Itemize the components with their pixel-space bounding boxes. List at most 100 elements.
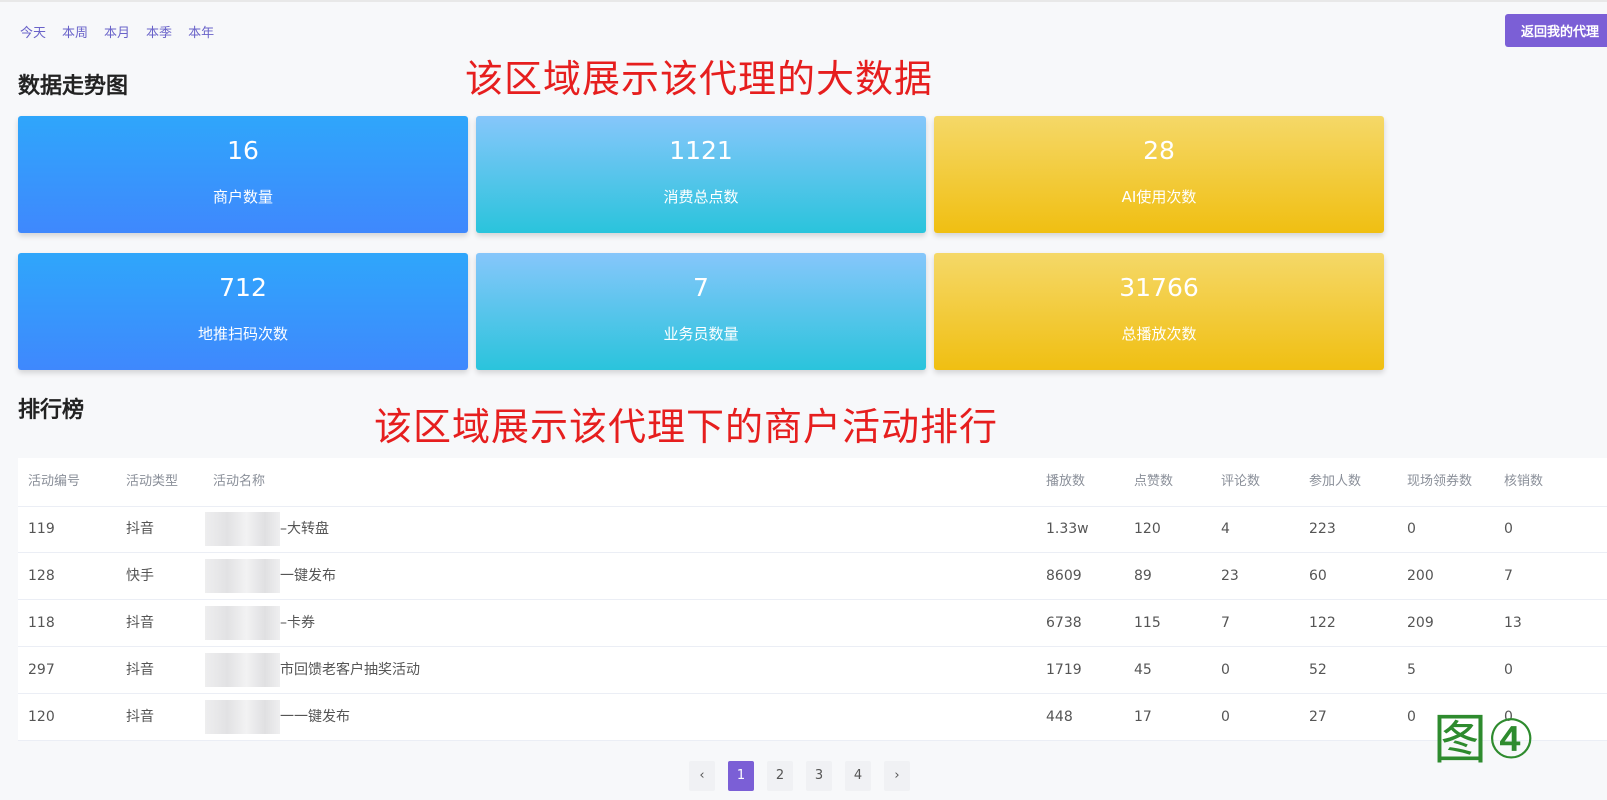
filter-week[interactable]: 本周 [62, 22, 88, 41]
stat-card-consumed-points: 1121 消费总点数 [476, 116, 926, 233]
cell-activity-type: 快手 [126, 568, 154, 584]
table-row[interactable]: 297 抖音 市回馈老客户抽奖活动 1719 45 0 52 5 0 [18, 647, 1607, 694]
cell-comments: 23 [1221, 568, 1239, 584]
stat-label: AI使用次数 [1121, 188, 1197, 206]
cell-plays: 1.33w [1046, 521, 1089, 537]
table-row[interactable]: 128 快手 一键发布 8609 89 23 60 200 7 [18, 553, 1607, 600]
cell-activity-name: 一一键发布 [280, 709, 350, 725]
annotation-activity-ranking: 该区域展示该代理下的商户活动排行 [374, 405, 999, 449]
header-activity-type: 活动类型 [126, 474, 179, 489]
pagination-page-1[interactable]: 1 [728, 761, 754, 791]
cell-activity-type: 抖音 [126, 709, 154, 725]
stat-card-ai-usage: 28 AI使用次数 [934, 116, 1384, 233]
table-row[interactable]: 119 抖音 –大转盘 1.33w 120 4 223 0 0 [18, 506, 1607, 553]
header-likes: 点赞数 [1134, 474, 1174, 489]
cell-comments: 0 [1221, 709, 1230, 725]
stat-label: 地推扫码次数 [197, 325, 288, 343]
pagination-next-button[interactable]: › [884, 761, 910, 791]
stat-value: 16 [227, 136, 259, 165]
cell-participants: 52 [1309, 662, 1327, 678]
table-row[interactable]: 118 抖音 –卡券 6738 115 7 122 209 13 [18, 600, 1607, 647]
cell-activity-id: 297 [28, 662, 55, 678]
cell-activity-id: 119 [28, 521, 55, 537]
stat-card-merchant-count: 16 商户数量 [18, 116, 468, 233]
pagination-prev-button[interactable]: ‹ [689, 761, 715, 791]
cell-redeemed: 0 [1504, 521, 1513, 537]
cell-comments: 7 [1221, 615, 1230, 631]
stat-card-salesperson-count: 7 业务员数量 [476, 253, 926, 370]
cell-plays: 448 [1046, 709, 1073, 725]
header-activity-id: 活动编号 [28, 474, 81, 489]
ranking-section-title: 排行榜 [18, 398, 85, 423]
cell-activity-id: 120 [28, 709, 55, 725]
stat-card-total-plays: 31766 总播放次数 [934, 253, 1384, 370]
table-header: 活动编号 活动类型 活动名称 播放数 点赞数 评论数 参加人数 现场领券数 核销… [18, 458, 1607, 507]
header-redeemed: 核销数 [1504, 474, 1544, 489]
cell-plays: 8609 [1046, 568, 1082, 584]
cell-activity-id: 118 [28, 615, 55, 631]
redacted-name-blur [205, 700, 280, 734]
top-divider [0, 0, 1607, 2]
cell-participants: 223 [1309, 521, 1336, 537]
stat-value: 712 [219, 273, 267, 302]
header-activity-name: 活动名称 [213, 474, 266, 489]
figure-label: 图④ [1433, 708, 1536, 771]
filter-year[interactable]: 本年 [188, 22, 214, 41]
cell-likes: 45 [1134, 662, 1152, 678]
ranking-table: 活动编号 活动类型 活动名称 播放数 点赞数 评论数 参加人数 现场领券数 核销… [18, 458, 1607, 741]
cell-coupons-claimed: 209 [1407, 615, 1434, 631]
cell-activity-type: 抖音 [126, 615, 154, 631]
cell-activity-name: –大转盘 [280, 521, 329, 537]
filter-month[interactable]: 本月 [104, 22, 130, 41]
cell-coupons-claimed: 0 [1407, 521, 1416, 537]
header-comments: 评论数 [1221, 474, 1261, 489]
cell-activity-type: 抖音 [126, 662, 154, 678]
redacted-name-blur [205, 653, 280, 687]
cell-redeemed: 13 [1504, 615, 1522, 631]
pagination-page-4[interactable]: 4 [845, 761, 871, 791]
cell-participants: 122 [1309, 615, 1336, 631]
stat-label: 商户数量 [212, 188, 273, 206]
cell-plays: 1719 [1046, 662, 1082, 678]
table-row[interactable]: 120 抖音 一一键发布 448 17 0 27 0 0 [18, 694, 1607, 741]
stat-value: 28 [1143, 136, 1175, 165]
cell-comments: 4 [1221, 521, 1230, 537]
cell-plays: 6738 [1046, 615, 1082, 631]
cell-redeemed: 7 [1504, 568, 1513, 584]
trend-section-title: 数据走势图 [18, 74, 129, 99]
cell-activity-id: 128 [28, 568, 55, 584]
cell-likes: 115 [1134, 615, 1161, 631]
redacted-name-blur [205, 606, 280, 640]
pagination-page-3[interactable]: 3 [806, 761, 832, 791]
stat-label: 业务员数量 [663, 325, 739, 343]
stat-label: 消费总点数 [663, 188, 739, 206]
filter-quarter[interactable]: 本季 [146, 22, 172, 41]
redacted-name-blur [205, 512, 280, 546]
cell-coupons-claimed: 0 [1407, 709, 1416, 725]
stat-value: 1121 [669, 136, 733, 165]
cell-activity-name: 市回馈老客户抽奖活动 [280, 662, 420, 678]
back-to-my-agents-button[interactable]: 返回我的代理 [1505, 14, 1607, 47]
stat-label: 总播放次数 [1121, 325, 1197, 343]
cell-coupons-claimed: 200 [1407, 568, 1434, 584]
pagination-page-2[interactable]: 2 [767, 761, 793, 791]
redacted-name-blur [205, 559, 280, 593]
header-participants: 参加人数 [1309, 474, 1362, 489]
filter-today[interactable]: 今天 [20, 22, 46, 41]
cell-activity-type: 抖音 [126, 521, 154, 537]
cell-comments: 0 [1221, 662, 1230, 678]
cell-activity-name: –卡券 [280, 615, 315, 631]
cell-likes: 89 [1134, 568, 1152, 584]
time-filter-bar: 今天 本周 本月 本季 本年 [20, 22, 214, 41]
stat-card-ground-scans: 712 地推扫码次数 [18, 253, 468, 370]
cell-redeemed: 0 [1504, 662, 1513, 678]
stat-value: 31766 [1119, 273, 1199, 302]
stat-value: 7 [693, 273, 709, 302]
cell-likes: 17 [1134, 709, 1152, 725]
header-coupons-claimed: 现场领券数 [1407, 474, 1473, 489]
cell-participants: 27 [1309, 709, 1327, 725]
cell-coupons-claimed: 5 [1407, 662, 1416, 678]
header-plays: 播放数 [1046, 474, 1086, 489]
annotation-big-data: 该区域展示该代理的大数据 [465, 57, 934, 101]
cell-activity-name: 一键发布 [280, 568, 336, 584]
